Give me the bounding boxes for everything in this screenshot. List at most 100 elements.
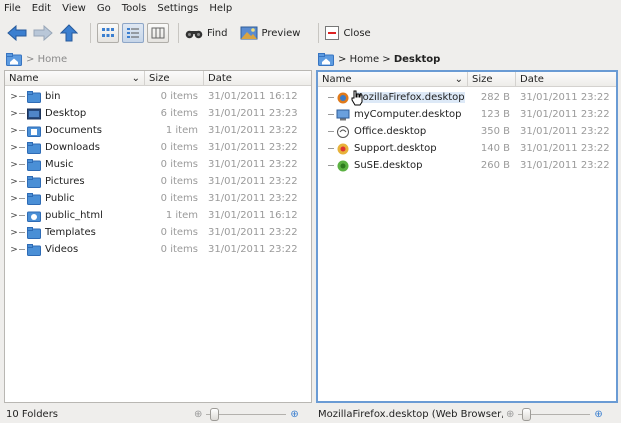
preview-label: Preview <box>261 27 301 39</box>
left-file-pane[interactable]: Name ⌄ Size Date > bin 0 items 31/01/2011 1… <box>4 70 312 403</box>
file-date: 31/01/2011 23:22 <box>208 244 298 255</box>
status-text: MozillaFirefox.desktop (Web Browser, 2 <box>318 408 503 420</box>
table-row[interactable]: > Desktop 6 items 31/01/2011 23:23 <box>5 105 311 122</box>
zoom-in-icon[interactable]: ⊕ <box>594 409 602 420</box>
file-name-cell: Office.desktop <box>318 125 468 138</box>
table-row[interactable]: > Music 0 items 31/01/2011 23:22 <box>5 156 311 173</box>
menu-help[interactable]: Help <box>209 0 232 18</box>
file-name: Support.desktop <box>354 143 437 154</box>
expand-arrow-icon[interactable]: > <box>9 245 19 255</box>
file-size: 1 item <box>165 210 198 221</box>
table-row[interactable]: > bin 0 items 31/01/2011 16:12 <box>5 88 311 105</box>
menu-go[interactable]: Go <box>97 0 111 18</box>
breadcrumb-home[interactable]: Home <box>350 54 380 65</box>
file-name: myComputer.desktop <box>354 109 462 120</box>
file-name-cell: MozillaFirefox.desktop <box>318 92 468 104</box>
file-name-cell: myComputer.desktop <box>318 109 468 121</box>
file-date: 31/01/2011 23:22 <box>208 176 298 187</box>
expand-arrow-icon[interactable]: > <box>9 92 19 102</box>
table-row[interactable]: Office.desktop 350 B 31/01/2011 23:22 <box>318 123 616 140</box>
column-header: Name ⌄ Size Date <box>318 71 616 87</box>
file-size: 0 items <box>160 244 198 255</box>
status-bar-right: MozillaFirefox.desktop (Web Browser, 2 ⊕… <box>318 405 620 423</box>
tree-line <box>19 147 25 148</box>
right-file-pane[interactable]: Name ⌄ Size Date MozillaFirefox.desktop 2… <box>316 70 618 403</box>
menu-file[interactable]: File <box>4 0 21 18</box>
details-view-button[interactable] <box>122 23 144 43</box>
tree-line <box>19 181 25 182</box>
zoom-slider[interactable]: ⊕ ⊕ <box>506 407 603 421</box>
icons-view-button[interactable] <box>97 23 119 43</box>
file-date: 31/01/2011 23:22 <box>208 142 298 153</box>
file-name: Templates <box>45 227 96 238</box>
file-name-cell: > bin <box>5 90 145 103</box>
file-name: Videos <box>45 244 79 255</box>
menu-view[interactable]: View <box>62 0 86 18</box>
menu-edit[interactable]: Edit <box>32 0 51 18</box>
up-button[interactable] <box>58 22 80 44</box>
expand-arrow-icon[interactable]: > <box>9 160 19 170</box>
expand-arrow-icon[interactable]: > <box>9 228 19 238</box>
expand-arrow-icon[interactable]: > <box>9 143 19 153</box>
arrow-right-icon <box>33 25 53 41</box>
breadcrumb-left[interactable]: > Home <box>6 50 67 68</box>
column-header: Name ⌄ Size Date <box>5 70 311 86</box>
name-header-label: Name <box>322 73 352 85</box>
zoom-track[interactable] <box>518 407 591 421</box>
folder-icon <box>27 192 41 205</box>
preview-button[interactable]: Preview <box>240 26 301 40</box>
close-split-button[interactable]: Close <box>325 26 371 40</box>
file-size: 6 items <box>160 108 198 119</box>
table-row[interactable]: Support.desktop 140 B 31/01/2011 23:22 <box>318 140 616 157</box>
expand-arrow-icon[interactable]: > <box>9 211 19 221</box>
zoom-track[interactable] <box>206 407 287 421</box>
breadcrumb-home[interactable]: Home <box>38 54 68 65</box>
support-icon <box>337 143 349 154</box>
file-size: 350 B <box>480 126 510 137</box>
size-column-header[interactable]: Size <box>145 70 204 86</box>
file-name-cell: SuSE.desktop <box>318 160 468 172</box>
table-row[interactable]: > public_html 1 item 31/01/2011 16:12 <box>5 207 311 224</box>
size-column-header[interactable]: Size <box>468 71 516 87</box>
file-date: 31/01/2011 23:22 <box>208 125 298 136</box>
table-row[interactable]: > Pictures 0 items 31/01/2011 23:22 <box>5 173 311 190</box>
date-column-header[interactable]: Date <box>516 72 616 87</box>
expand-arrow-icon[interactable]: > <box>9 126 19 136</box>
expand-arrow-icon[interactable]: > <box>9 194 19 204</box>
file-name: Documents <box>45 125 103 136</box>
home-folder-icon <box>6 52 22 66</box>
columns-view-button[interactable] <box>147 23 169 43</box>
zoom-handle[interactable] <box>210 407 220 421</box>
zoom-in-icon[interactable]: ⊕ <box>290 409 298 420</box>
file-name: MozillaFirefox.desktop <box>354 92 465 103</box>
zoom-out-icon[interactable]: ⊕ <box>506 409 514 420</box>
tree-line <box>19 198 25 199</box>
file-name-cell: > public_html <box>5 210 145 222</box>
table-row[interactable]: SuSE.desktop 260 B 31/01/2011 23:22 <box>318 157 616 174</box>
back-button[interactable] <box>6 22 28 44</box>
find-button[interactable]: Find <box>185 27 228 39</box>
zoom-out-icon[interactable]: ⊕ <box>194 409 202 420</box>
table-row[interactable]: > Downloads 0 items 31/01/2011 23:22 <box>5 139 311 156</box>
file-name-cell: > Desktop <box>5 108 145 120</box>
expand-arrow-icon[interactable]: > <box>9 109 19 119</box>
menu-tools[interactable]: Tools <box>122 0 147 18</box>
expand-arrow-icon[interactable]: > <box>9 177 19 187</box>
breadcrumb-right[interactable]: > Home > Desktop <box>318 50 440 68</box>
table-row[interactable]: > Videos 0 items 31/01/2011 23:22 <box>5 241 311 258</box>
file-name: public_html <box>45 210 103 221</box>
table-row[interactable]: > Templates 0 items 31/01/2011 23:22 <box>5 224 311 241</box>
table-row[interactable]: > Documents 1 item 31/01/2011 23:22 <box>5 122 311 139</box>
menu-settings[interactable]: Settings <box>157 0 198 18</box>
table-row[interactable]: myComputer.desktop 123 B 31/01/2011 23:22 <box>318 106 616 123</box>
name-column-header[interactable]: Name ⌄ <box>5 70 145 86</box>
table-row[interactable]: > Public 0 items 31/01/2011 23:22 <box>5 190 311 207</box>
file-size: 0 items <box>160 193 198 204</box>
zoom-handle[interactable] <box>522 407 532 421</box>
date-column-header[interactable]: Date <box>204 71 311 86</box>
breadcrumb-current[interactable]: Desktop <box>394 54 441 65</box>
file-name: Pictures <box>45 176 85 187</box>
zoom-slider[interactable]: ⊕ ⊕ <box>194 407 299 421</box>
forward-button[interactable] <box>32 22 54 44</box>
name-column-header[interactable]: Name ⌄ <box>318 71 468 87</box>
